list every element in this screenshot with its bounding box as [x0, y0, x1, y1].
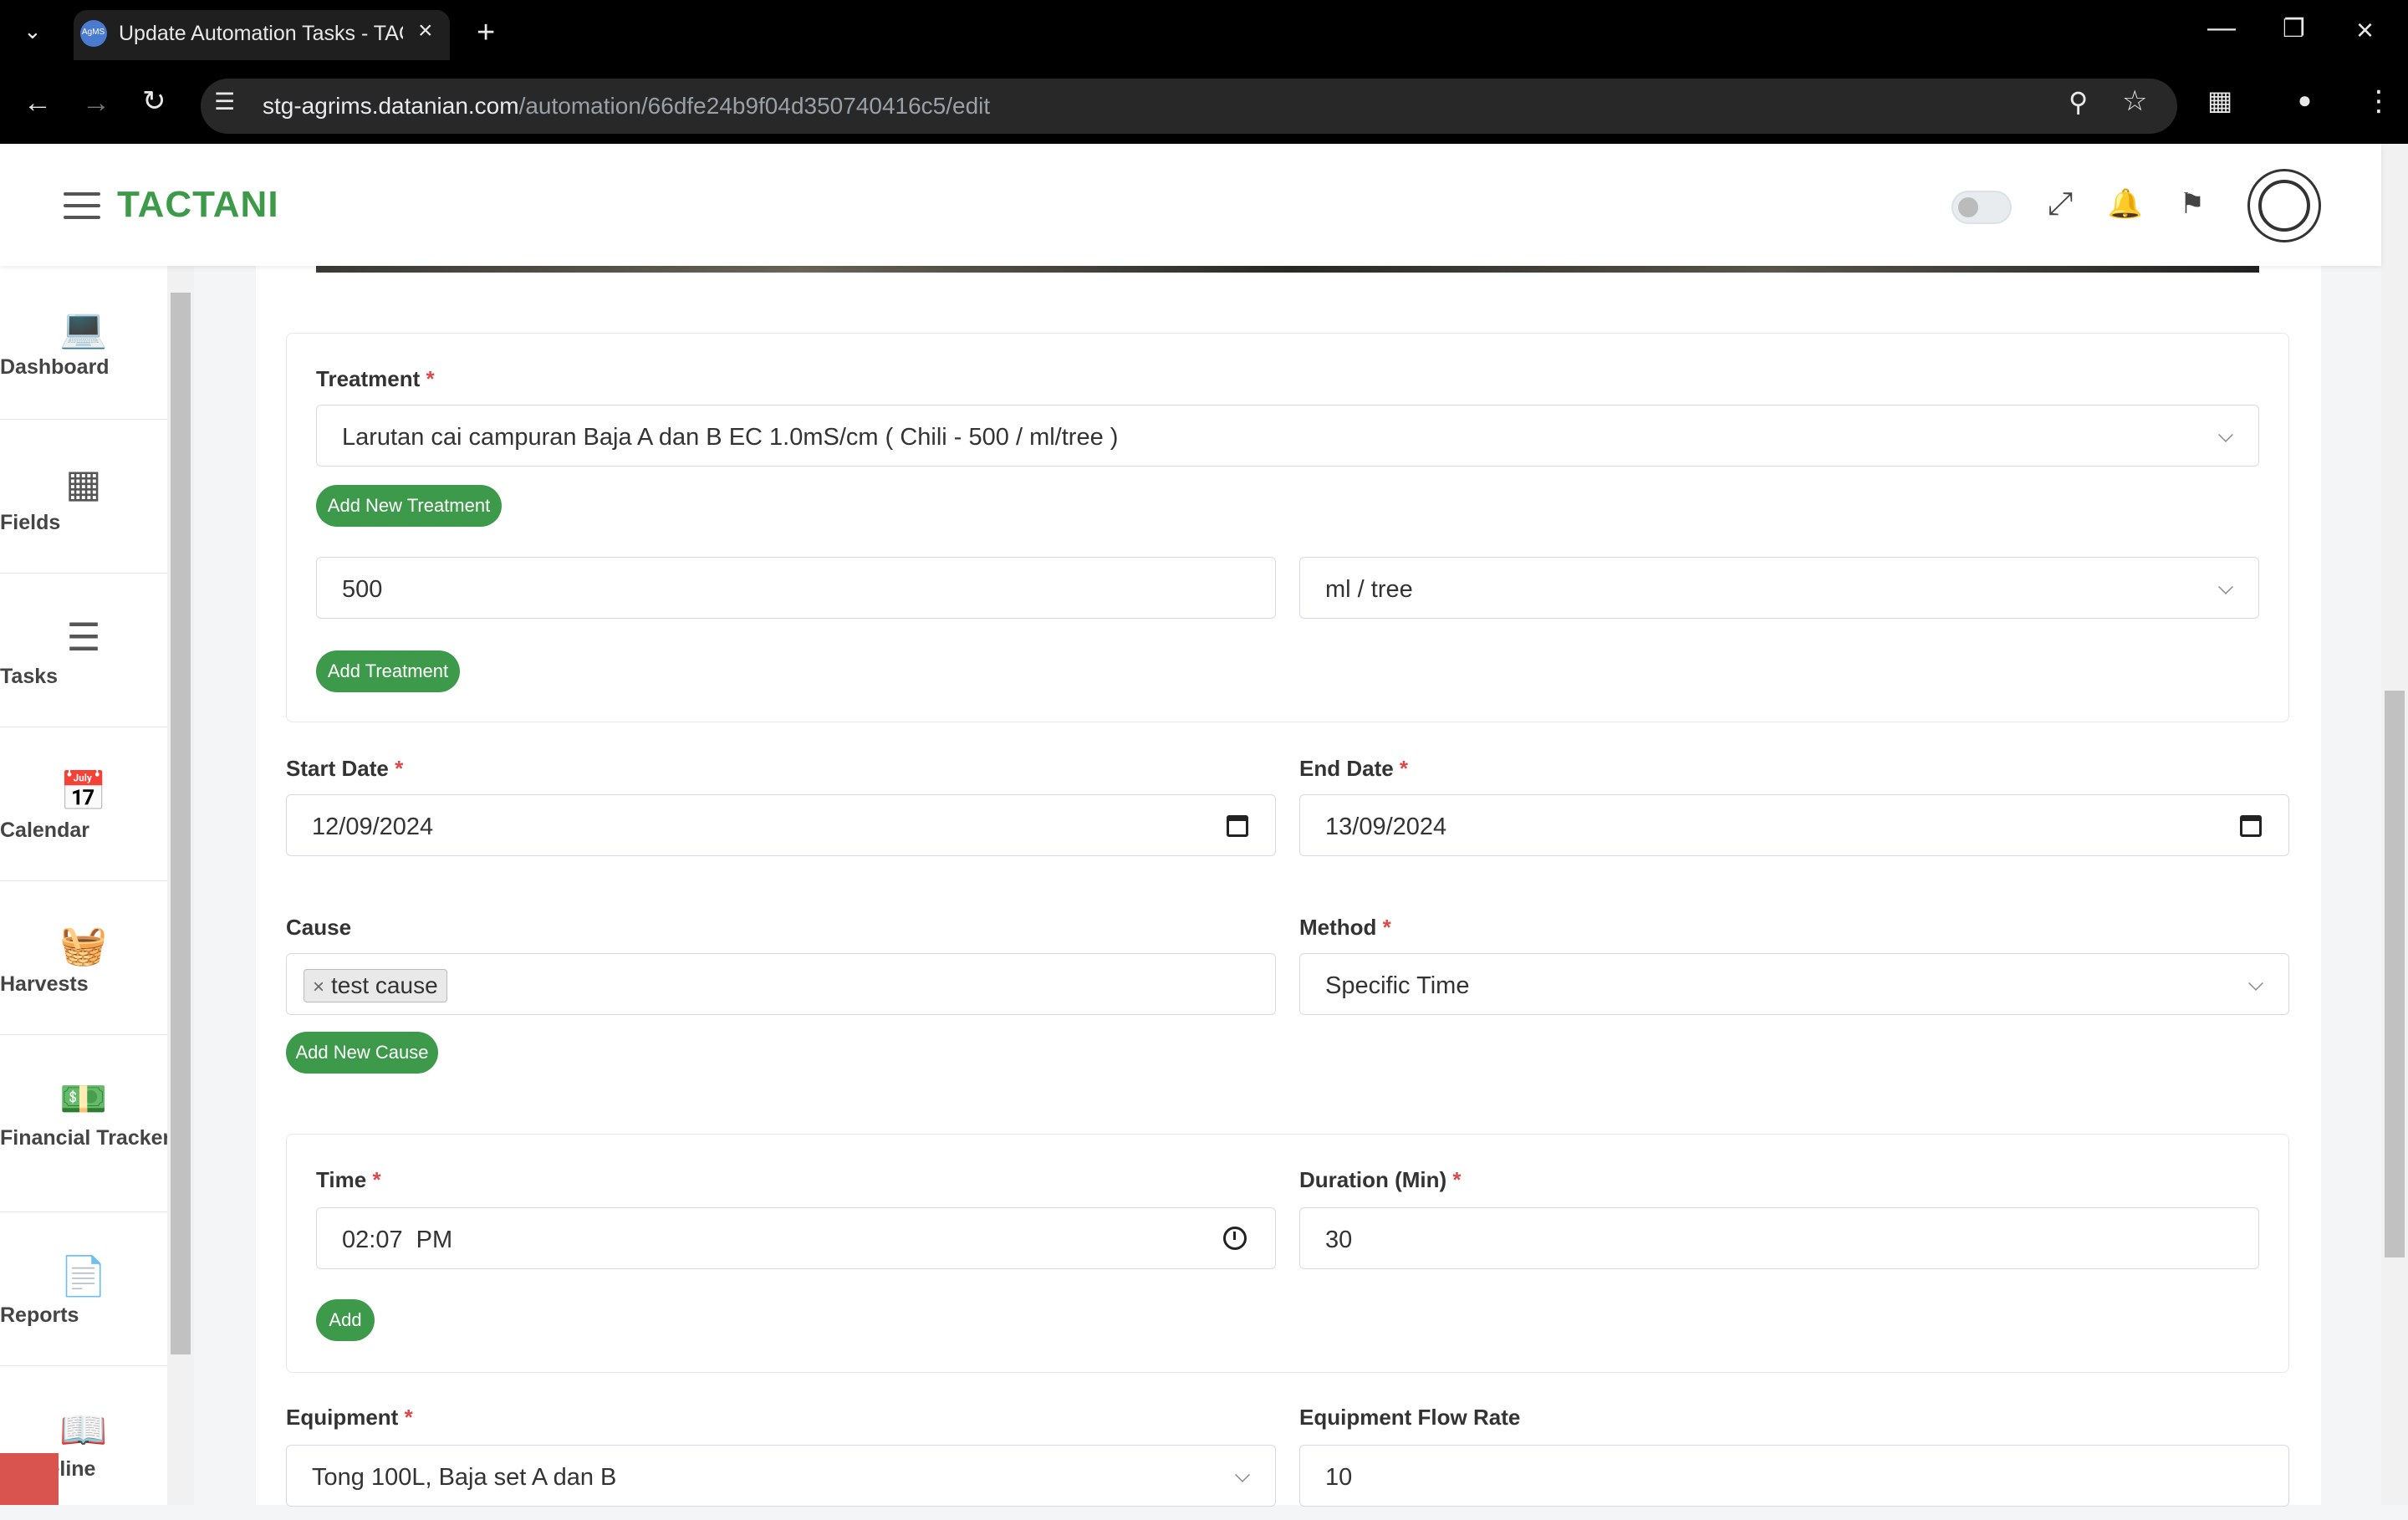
sidebar-item-fields[interactable]: ▦ Fields — [0, 420, 167, 574]
end-date-label: End Date * — [1299, 756, 1409, 781]
back-icon[interactable]: ← — [23, 89, 52, 117]
calendar-icon: 📅 — [59, 769, 108, 813]
money-icon: 💵 — [59, 1077, 108, 1120]
book-icon: 📖 — [59, 1408, 108, 1451]
brand-logo[interactable]: TACTANI — [117, 184, 279, 226]
chevron-down-icon — [1235, 1467, 1250, 1482]
start-date-input[interactable]: 12/09/2024 — [286, 794, 1276, 856]
time-input[interactable]: 02:07 PM — [316, 1207, 1276, 1269]
debug-badge-icon[interactable] — [0, 1453, 59, 1505]
basket-icon: 🧺 — [59, 923, 108, 967]
sidebar-scrollbar[interactable] — [167, 266, 194, 1505]
clock-icon[interactable] — [1223, 1227, 1247, 1250]
chevron-down-icon — [2218, 579, 2233, 594]
reload-icon[interactable]: ↻ — [142, 87, 166, 115]
theme-toggle[interactable] — [1951, 191, 2012, 224]
sidebar: 💻 Dashboard ▦ Fields ☰ Tasks 📅 Calendar … — [0, 266, 171, 1505]
remove-chip-icon[interactable]: × — [313, 976, 324, 998]
calendar-picker-icon[interactable] — [1227, 815, 1248, 837]
unit-select[interactable]: ml / tree — [1299, 557, 2259, 619]
page-scrollbar[interactable] — [2381, 144, 2408, 1505]
calendar-picker-icon[interactable] — [2240, 815, 2262, 837]
sidebar-item-harvests[interactable]: 🧺 Harvests — [0, 881, 167, 1035]
favicon-icon: AgMS — [80, 20, 107, 47]
minimize-icon[interactable]: — — [2207, 13, 2236, 42]
window-close-icon[interactable]: × — [2356, 15, 2374, 45]
sidebar-item-dashboard[interactable]: 💻 Dashboard — [0, 306, 167, 420]
start-date-label: Start Date * — [286, 756, 404, 781]
equipment-label: Equipment * — [286, 1405, 413, 1430]
zoom-icon[interactable]: ⚲ — [2069, 89, 2088, 115]
cause-multiselect[interactable]: × test cause — [286, 953, 1276, 1015]
flow-rate-input[interactable]: 10 — [1299, 1445, 2289, 1507]
bell-icon[interactable]: 🔔 — [2107, 186, 2144, 222]
tab-title: Update Automation Tasks - TAC — [119, 22, 403, 45]
end-date-input[interactable]: 13/09/2024 — [1299, 794, 2289, 856]
app-header: TACTANI ⤢ 🔔 ⚑ — [0, 144, 2381, 266]
treatment-card — [286, 333, 2289, 722]
extensions-icon[interactable]: ▦ — [2207, 87, 2232, 114]
forward-icon[interactable]: → — [82, 89, 110, 117]
profile-icon[interactable]: ● — [2298, 89, 2312, 112]
bookmark-star-icon[interactable]: ☆ — [2122, 87, 2147, 115]
browser-menu-icon[interactable]: ⋮ — [2365, 87, 2393, 115]
method-select[interactable]: Specific Time — [1299, 953, 2289, 1015]
add-time-button[interactable]: Add — [316, 1299, 375, 1341]
sidebar-item-calendar[interactable]: 📅 Calendar — [0, 727, 167, 881]
chevron-down-icon — [2248, 976, 2263, 991]
menu-icon[interactable] — [64, 192, 100, 219]
tab-close-icon[interactable]: × — [418, 18, 433, 43]
add-new-treatment-button[interactable]: Add New Treatment — [316, 485, 502, 527]
equipment-select[interactable]: Tong 100L, Baja set A dan B — [286, 1445, 1276, 1507]
new-tab-icon[interactable]: + — [477, 17, 495, 48]
treatment-label: Treatment * — [316, 366, 435, 391]
sidebar-item-reports[interactable]: 📄 Reports — [0, 1212, 167, 1366]
tab-list-chevron-icon[interactable]: ⌄ — [23, 20, 42, 42]
flow-rate-label: Equipment Flow Rate — [1299, 1405, 1521, 1430]
fullscreen-icon[interactable]: ⤢ — [2042, 186, 2079, 222]
fields-icon: ▦ — [65, 462, 102, 505]
laptop-icon: 💻 — [59, 306, 108, 349]
cause-chip: × test cause — [304, 969, 447, 1002]
url-text[interactable]: stg-agrims.datanian.com/automation/66dfe… — [263, 93, 990, 120]
user-avatar[interactable] — [2247, 169, 2321, 242]
add-treatment-button[interactable]: Add Treatment — [316, 650, 460, 692]
amount-input[interactable]: 500 — [316, 557, 1276, 619]
restore-icon[interactable]: ❐ — [2283, 17, 2305, 42]
sidebar-item-financial-tracker[interactable]: 💵 Financial Tracker — [0, 1035, 171, 1212]
method-label: Method * — [1299, 915, 1391, 940]
time-label: Time * — [316, 1167, 381, 1192]
treatment-select[interactable]: Larutan cai campuran Baja A dan B EC 1.0… — [316, 405, 2259, 467]
browser-tab-bar: ⌄ AgMS Update Automation Tasks - TAC × +… — [0, 0, 2408, 69]
add-new-cause-button[interactable]: Add New Cause — [286, 1032, 438, 1074]
site-info-icon[interactable]: ☰ — [214, 90, 235, 114]
field-image — [316, 266, 2259, 273]
map-icon[interactable]: ⚑ — [2174, 186, 2211, 222]
chevron-down-icon — [2218, 427, 2233, 442]
sidebar-item-tasks[interactable]: ☰ Tasks — [0, 574, 167, 727]
tasks-icon: ☰ — [66, 615, 101, 659]
duration-input[interactable]: 30 — [1299, 1207, 2259, 1269]
report-icon: 📄 — [59, 1254, 108, 1298]
cause-label: Cause — [286, 915, 352, 940]
duration-label: Duration (Min) * — [1299, 1167, 1462, 1192]
